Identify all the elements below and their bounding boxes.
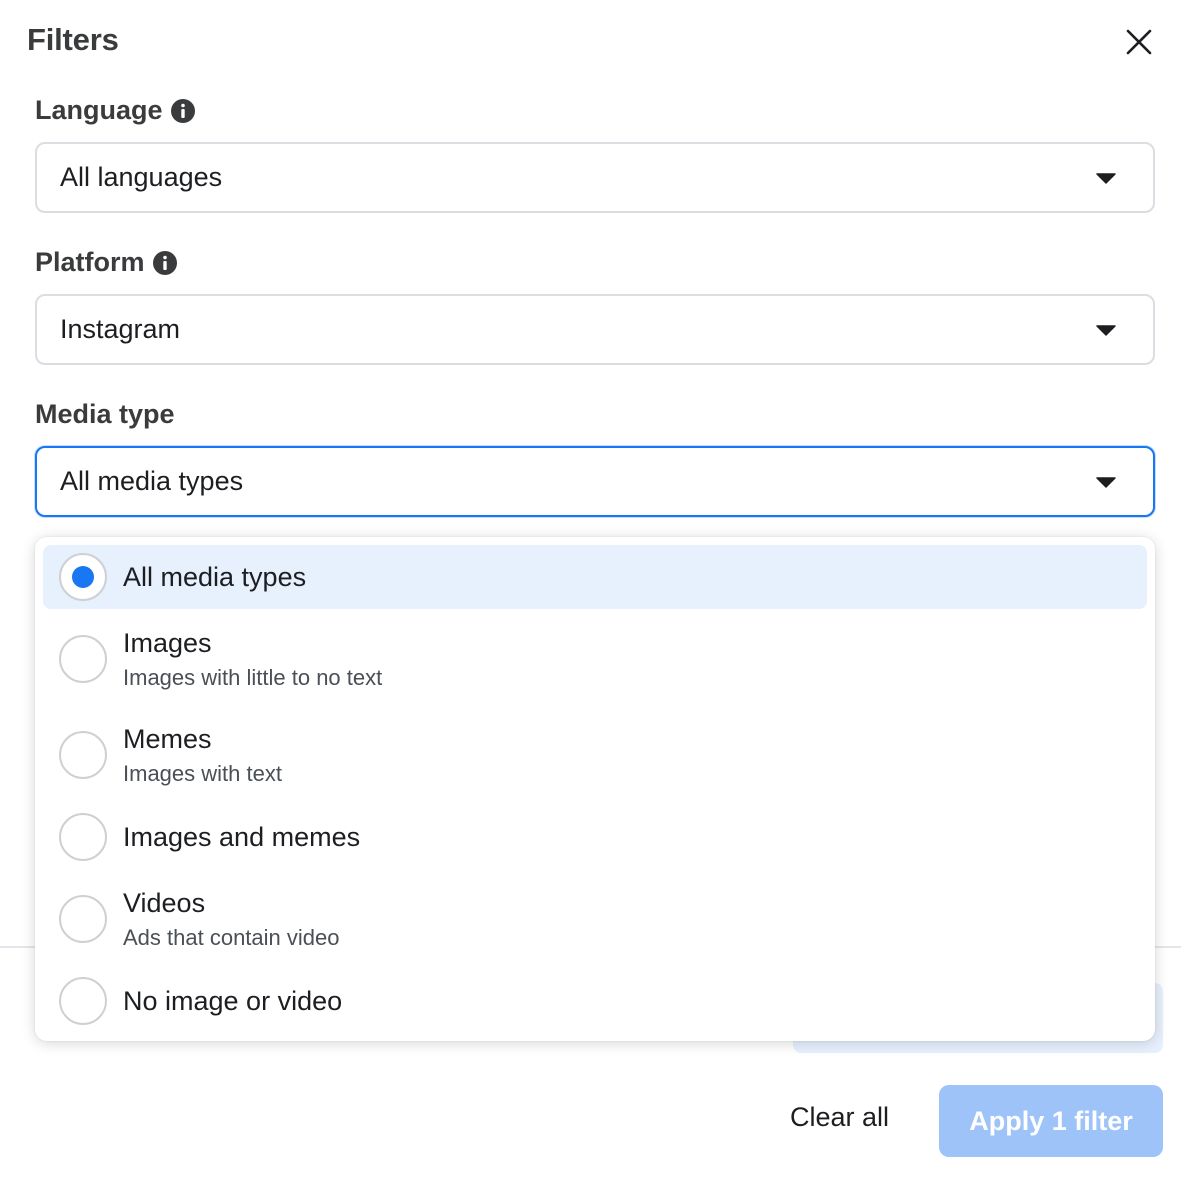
- close-icon: [1126, 29, 1152, 55]
- close-button[interactable]: [1119, 22, 1159, 62]
- radio-button[interactable]: [59, 895, 107, 943]
- media-option-images-and-memes[interactable]: Images and memes: [43, 807, 1147, 867]
- option-description: Images with text: [123, 761, 282, 786]
- language-select[interactable]: All languages: [35, 142, 1155, 213]
- platform-select-value: Instagram: [60, 314, 181, 344]
- option-label: Videos: [123, 888, 206, 918]
- media-type-label: Media type: [35, 399, 175, 430]
- radio-button[interactable]: [59, 731, 107, 779]
- media-type-label-text: Media type: [35, 399, 175, 429]
- option-text: Images and memes: [123, 821, 360, 853]
- option-label: Memes: [123, 724, 212, 754]
- caret-down-icon: [1096, 476, 1116, 488]
- language-select-value: All languages: [60, 162, 223, 192]
- option-label: All media types: [123, 562, 307, 592]
- radio-button[interactable]: [59, 813, 107, 861]
- media-option-all[interactable]: All media types: [43, 545, 1147, 609]
- platform-select[interactable]: Instagram: [35, 294, 1155, 365]
- platform-label-text: Platform: [35, 247, 145, 277]
- option-text: Images Images with little to no text: [123, 627, 382, 693]
- media-option-images[interactable]: Images Images with little to no text: [43, 619, 1147, 701]
- radio-button-checked[interactable]: [59, 553, 107, 601]
- option-description: Ads that contain video: [123, 925, 340, 950]
- language-label-text: Language: [35, 95, 163, 125]
- apply-filter-button[interactable]: Apply 1 filter: [939, 1085, 1163, 1157]
- radio-button[interactable]: [59, 977, 107, 1025]
- option-text: No image or video: [123, 985, 342, 1017]
- media-option-memes[interactable]: Memes Images with text: [43, 715, 1147, 797]
- option-text: Memes Images with text: [123, 723, 282, 789]
- language-label: Language: [35, 95, 195, 126]
- media-type-dropdown: All media types Images Images with littl…: [35, 537, 1155, 1041]
- option-text: Videos Ads that contain video: [123, 887, 339, 953]
- info-icon[interactable]: [170, 98, 195, 123]
- clear-all-button[interactable]: Clear all: [790, 1102, 889, 1133]
- platform-label: Platform: [35, 247, 177, 278]
- caret-down-icon: [1096, 324, 1116, 336]
- media-type-select-value: All media types: [60, 466, 244, 496]
- radio-button[interactable]: [59, 635, 107, 683]
- media-type-select[interactable]: All media types: [35, 446, 1155, 517]
- info-icon[interactable]: [152, 250, 177, 275]
- option-label: Images: [123, 628, 212, 658]
- media-option-videos[interactable]: Videos Ads that contain video: [43, 879, 1147, 961]
- option-label: Images and memes: [123, 822, 361, 852]
- dialog-title: Filters: [27, 22, 119, 57]
- option-label: No image or video: [123, 986, 343, 1016]
- media-option-no-image-or-video[interactable]: No image or video: [43, 971, 1147, 1031]
- filters-dialog: Filters Language All languages Platform: [0, 0, 1181, 1183]
- option-description: Images with little to no text: [123, 665, 383, 690]
- caret-down-icon: [1096, 172, 1116, 184]
- option-text: All media types: [123, 561, 306, 593]
